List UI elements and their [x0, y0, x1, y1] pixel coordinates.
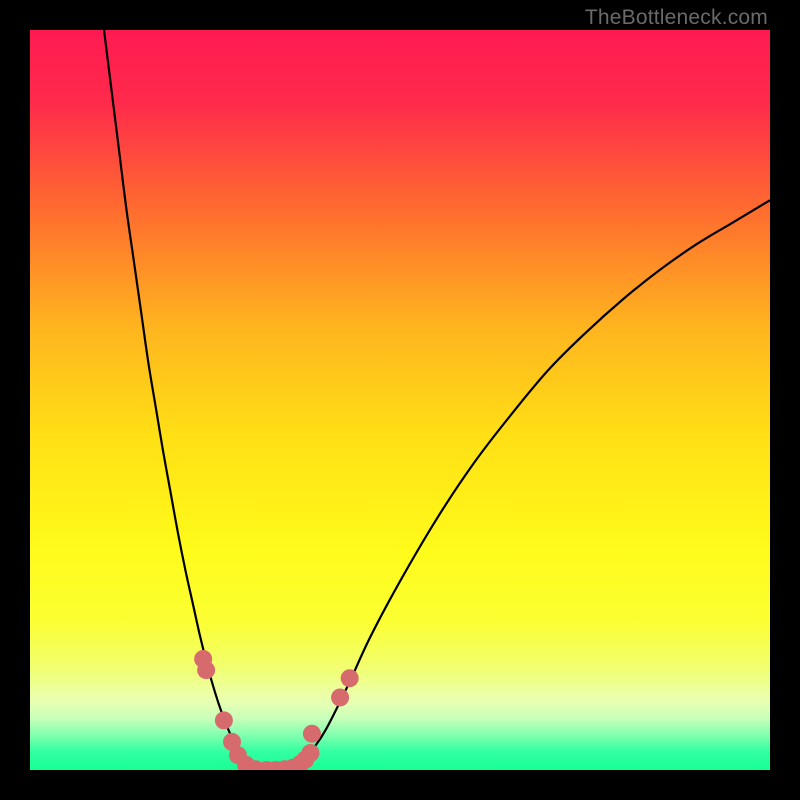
- background-gradient: [30, 30, 770, 770]
- plot-area: [30, 30, 770, 770]
- watermark-text: TheBottleneck.com: [585, 6, 768, 30]
- outer-black-frame: TheBottleneck.com: [0, 0, 800, 800]
